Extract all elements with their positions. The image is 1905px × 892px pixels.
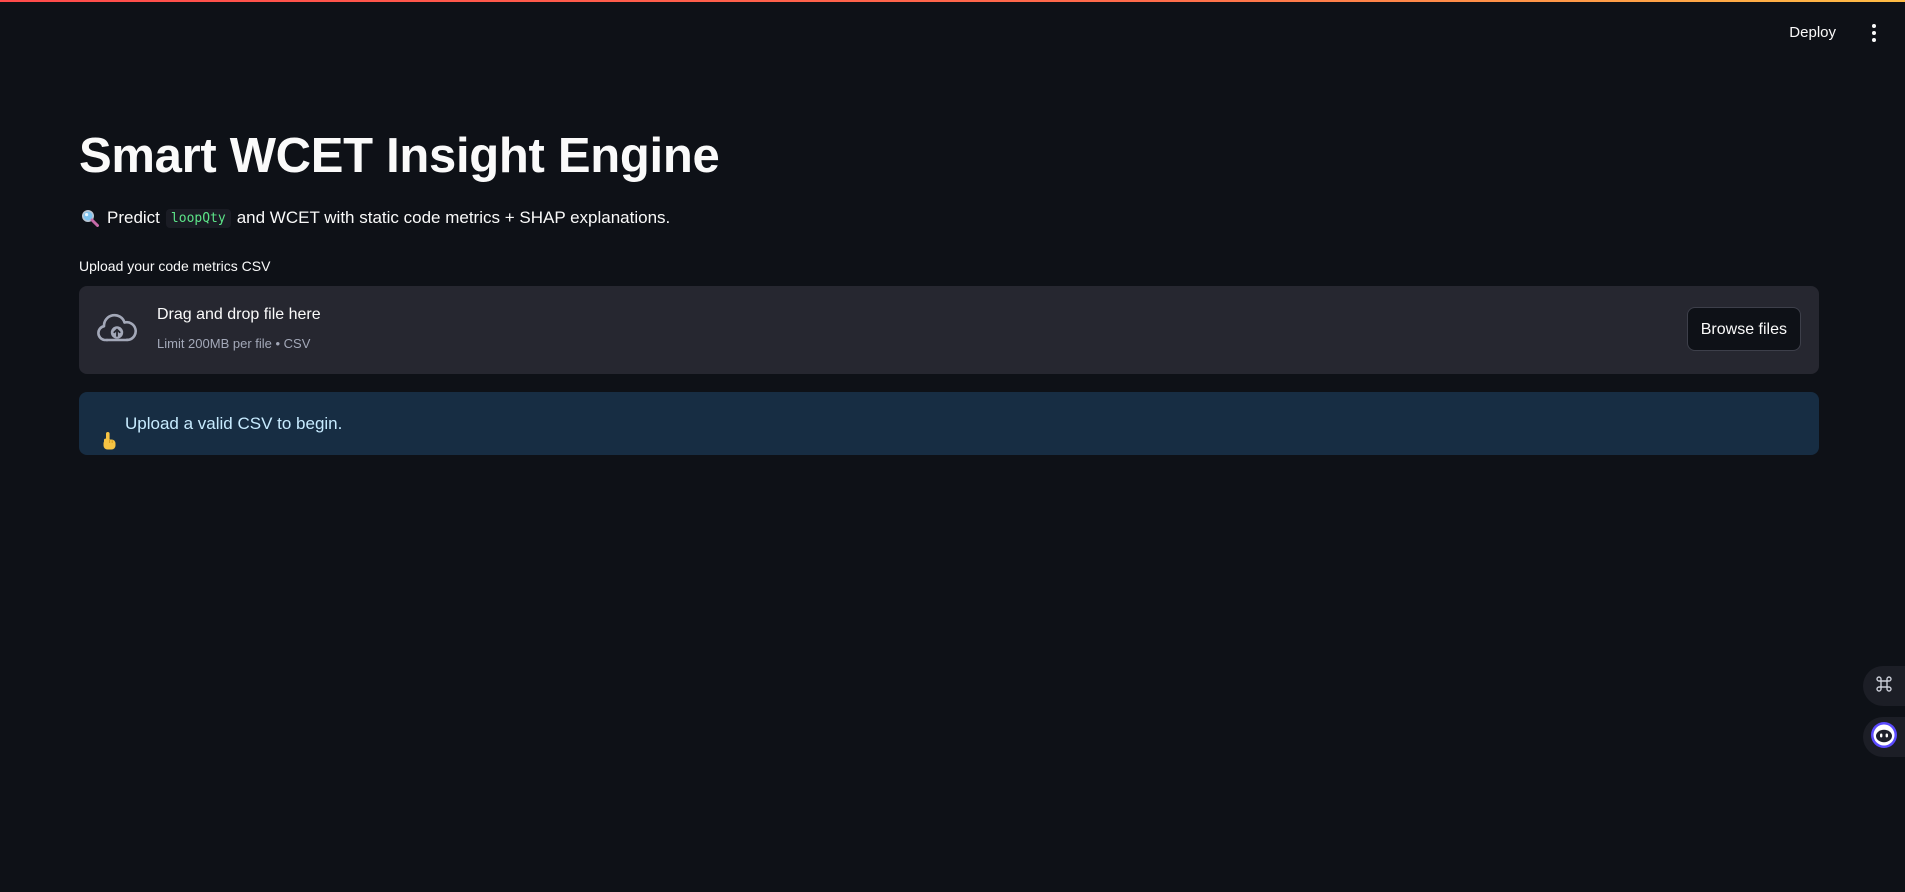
- uploader-label: Upload your code metrics CSV: [79, 258, 271, 274]
- app-header: Deploy: [0, 0, 1905, 60]
- code-loopqty: loopQty: [165, 208, 231, 228]
- assistant-bot-icon: [1870, 721, 1898, 754]
- command-icon: [1875, 675, 1893, 698]
- magnifying-glass-icon: [81, 209, 99, 227]
- page-subtitle: Predict loopQty and WCET with static cod…: [81, 208, 670, 228]
- browse-files-button[interactable]: Browse files: [1686, 307, 1801, 351]
- info-alert: Upload a valid CSV to begin.: [79, 392, 1819, 455]
- file-dropzone[interactable]: Drag and drop file here Limit 200MB per …: [79, 286, 1819, 374]
- assistant-button[interactable]: [1863, 717, 1905, 757]
- subtitle-suffix: and WCET with static code metrics + SHAP…: [236, 208, 671, 227]
- main-menu-button[interactable]: [1865, 19, 1883, 47]
- deploy-button[interactable]: Deploy: [1783, 20, 1842, 46]
- page-title: Smart WCET Insight Engine: [79, 129, 720, 183]
- cloud-upload-icon: [96, 312, 138, 346]
- info-alert-content: Upload a valid CSV to begin.: [99, 392, 342, 455]
- dropzone-limit-text: Limit 200MB per file • CSV: [157, 336, 311, 351]
- command-palette-button[interactable]: [1863, 666, 1905, 706]
- info-message: Upload a valid CSV to begin.: [125, 414, 343, 433]
- pointing-up-hand-icon: [99, 414, 119, 449]
- subtitle-prefix: Predict: [107, 208, 160, 227]
- dropzone-title: Drag and drop file here: [157, 306, 321, 323]
- vertical-dots-icon: [1872, 24, 1876, 28]
